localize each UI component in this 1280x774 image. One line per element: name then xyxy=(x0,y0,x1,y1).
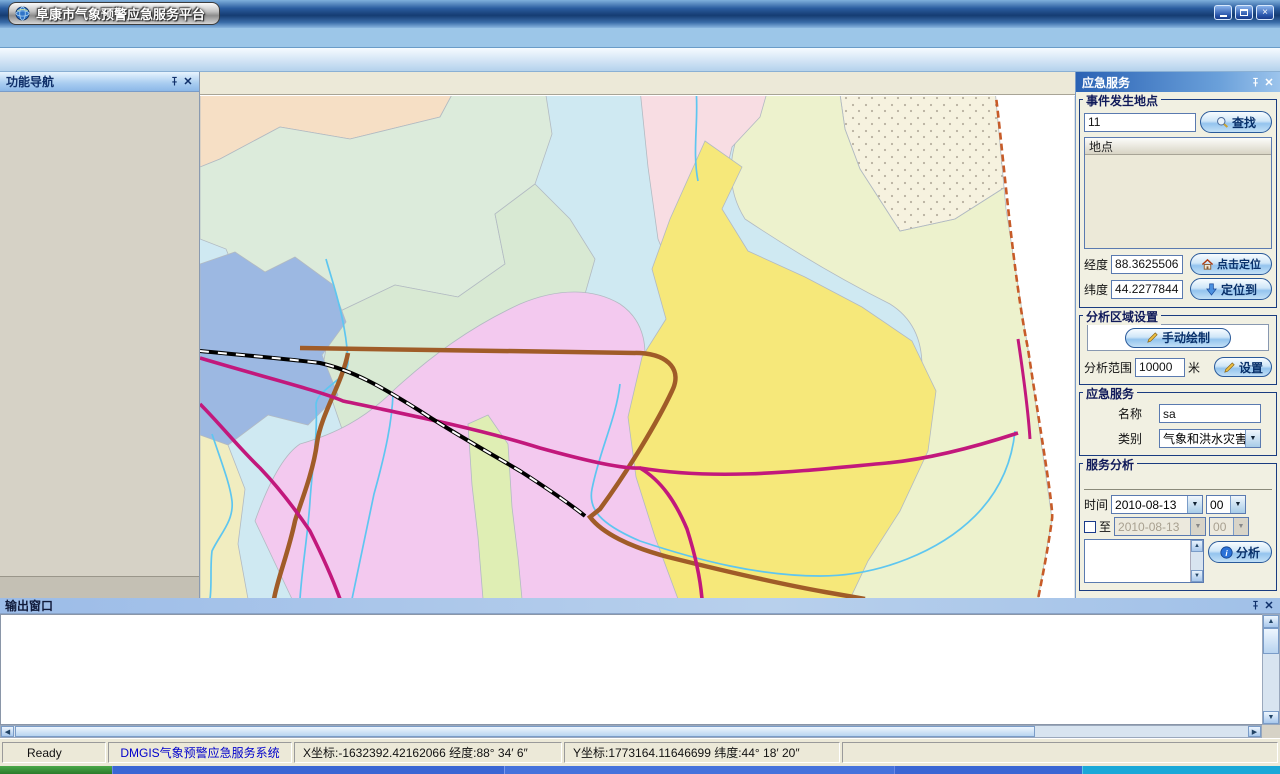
output-horizontal-scrollbar[interactable]: ◀ ▶ xyxy=(0,725,1262,738)
longitude-input[interactable] xyxy=(1111,255,1183,274)
status-app-name: DMGIS气象预警应急服务系统 xyxy=(108,742,292,763)
close-icon[interactable]: ✕ xyxy=(181,75,195,89)
scroll-up-icon[interactable]: ▲ xyxy=(1191,540,1203,552)
search-icon xyxy=(1216,116,1229,129)
status-filler xyxy=(842,742,1278,763)
output-title: 输出窗口 xyxy=(5,597,53,614)
title-plate: 阜康市气象预警应急服务平台 xyxy=(8,2,220,25)
service-name-label: 名称 xyxy=(1118,405,1142,422)
scroll-thumb[interactable] xyxy=(15,726,1035,737)
info-icon: i xyxy=(1220,546,1233,559)
set-range-button[interactable]: 设置 xyxy=(1214,357,1272,377)
taskbar-strip xyxy=(0,766,1280,774)
manual-draw-button[interactable]: 手动绘制 xyxy=(1125,328,1231,348)
scroll-down-icon[interactable]: ▼ xyxy=(1263,711,1279,724)
analysis-area-group: 分析区域设置 手动绘制 分析范围 米 设置 xyxy=(1079,315,1277,385)
event-location-group: 事件发生地点 查找 地点 经度 点击定位 xyxy=(1079,99,1277,308)
element-list-scrollbar[interactable]: ▲ ▼ xyxy=(1190,540,1203,582)
group-title: 应急服务 xyxy=(1083,385,1137,402)
group-title: 事件发生地点 xyxy=(1083,92,1161,109)
longitude-label: 经度 xyxy=(1084,256,1108,273)
range-unit-label: 米 xyxy=(1188,359,1200,376)
search-button[interactable]: 查找 xyxy=(1200,111,1272,133)
scroll-down-icon[interactable]: ▼ xyxy=(1191,570,1203,582)
emergency-service-panel: 应急服务 ✕ 事件发生地点 查找 地点 xyxy=(1075,72,1280,598)
nav-panel-title: 功能导航 xyxy=(6,73,54,90)
map-labels xyxy=(200,96,1075,598)
group-title: 服务分析 xyxy=(1083,456,1137,473)
hour-select[interactable]: 00▼ xyxy=(1206,495,1246,514)
minimize-button[interactable] xyxy=(1214,5,1232,20)
map-canvas[interactable] xyxy=(200,95,1075,598)
to-checkbox[interactable] xyxy=(1084,521,1096,533)
status-bar: Ready DMGIS气象预警应急服务系统 X坐标:-1632392.42162… xyxy=(0,738,1280,766)
location-list[interactable]: 地点 xyxy=(1084,137,1272,249)
latitude-label: 纬度 xyxy=(1084,281,1108,298)
close-icon[interactable]: ✕ xyxy=(1262,599,1276,613)
scroll-right-icon[interactable]: ▶ xyxy=(1248,726,1261,737)
menu-bar xyxy=(0,28,1280,48)
status-ready: Ready xyxy=(2,742,106,763)
analyze-button[interactable]: i 分析 xyxy=(1208,541,1272,563)
taskbar-button-fragment xyxy=(894,766,1082,774)
locate-to-button[interactable]: 定位到 xyxy=(1190,278,1272,300)
pencil-icon xyxy=(1223,361,1236,374)
map-area xyxy=(200,72,1075,598)
application-window: 阜康市气象预警应急服务平台 × 功能导航 ✕ xyxy=(0,0,1280,774)
output-window: 输出窗口 ✕ ▲ ▼ ◀ ▶ xyxy=(0,598,1280,738)
nav-bottom-tabs xyxy=(0,576,199,598)
map-tab-strip xyxy=(200,72,1075,95)
window-title: 阜康市气象预警应急服务平台 xyxy=(36,4,205,23)
function-navigation-panel: 功能导航 ✕ xyxy=(0,72,200,598)
service-type-select[interactable]: 气象和洪水灾害 ▼ xyxy=(1159,429,1261,448)
latitude-input[interactable] xyxy=(1111,280,1183,299)
output-vertical-scrollbar[interactable]: ▲ ▼ xyxy=(1262,614,1280,725)
emergency-panel-title-bar: 应急服务 ✕ xyxy=(1076,72,1280,92)
pin-icon[interactable] xyxy=(1248,599,1262,613)
status-y-coordinate: Y坐标:1773164.11646699 纬度:44° 18′ 20″ xyxy=(564,742,840,763)
title-bar: 阜康市气象预警应急服务平台 × xyxy=(0,0,1280,28)
output-title-bar: 输出窗口 ✕ xyxy=(0,598,1280,614)
status-x-coordinate: X坐标:-1632392.42162066 经度:88° 34′ 6″ xyxy=(294,742,562,763)
service-type-label: 类别 xyxy=(1118,430,1142,447)
close-icon[interactable]: ✕ xyxy=(1262,75,1276,89)
pin-icon[interactable] xyxy=(1248,75,1262,89)
emergency-panel-title: 应急服务 xyxy=(1082,74,1130,91)
time-label: 时间 xyxy=(1084,496,1108,513)
output-table-wrap xyxy=(0,614,1262,725)
emergency-service-group: 应急服务 名称 类别 气象和洪水灾害 ▼ xyxy=(1079,392,1277,456)
app-globe-icon xyxy=(15,6,30,21)
location-search-input[interactable] xyxy=(1084,113,1196,132)
to-date-select: 2010-08-13▼ xyxy=(1114,517,1206,536)
analysis-range-label: 分析范围 xyxy=(1084,359,1132,376)
taskbar-tray-fragment xyxy=(1082,766,1280,774)
pencil-icon xyxy=(1146,331,1159,344)
service-name-input[interactable] xyxy=(1159,404,1261,423)
scroll-up-icon[interactable]: ▲ xyxy=(1263,615,1279,628)
date-select[interactable]: 2010-08-13▼ xyxy=(1111,495,1203,514)
scroll-thumb[interactable] xyxy=(1263,628,1279,654)
service-analysis-group: 服务分析 时间 2010-08-13▼ 00▼ 至 2010-08-13▼ xyxy=(1079,463,1277,591)
down-arrow-icon xyxy=(1205,283,1218,296)
group-title: 分析区域设置 xyxy=(1083,308,1161,325)
nav-panel-title-bar: 功能导航 ✕ xyxy=(0,72,199,92)
element-list[interactable]: ▲ ▼ xyxy=(1084,539,1204,583)
taskbar-button-fragment xyxy=(112,766,504,774)
close-button[interactable]: × xyxy=(1256,5,1274,20)
location-list-header: 地点 xyxy=(1085,138,1271,155)
taskbar-button-fragment xyxy=(504,766,894,774)
analysis-range-input[interactable] xyxy=(1135,358,1185,377)
dropdown-arrow-icon[interactable]: ▼ xyxy=(1245,430,1260,447)
to-label: 至 xyxy=(1099,518,1111,535)
scroll-left-icon[interactable]: ◀ xyxy=(1,726,14,737)
click-locate-button[interactable]: 点击定位 xyxy=(1190,253,1272,275)
start-button-fragment[interactable] xyxy=(0,766,112,774)
to-hour-select: 00▼ xyxy=(1209,517,1249,536)
house-icon xyxy=(1201,258,1214,271)
pin-icon[interactable] xyxy=(167,75,181,89)
toolbar xyxy=(0,48,1280,72)
restore-button[interactable] xyxy=(1235,5,1253,20)
